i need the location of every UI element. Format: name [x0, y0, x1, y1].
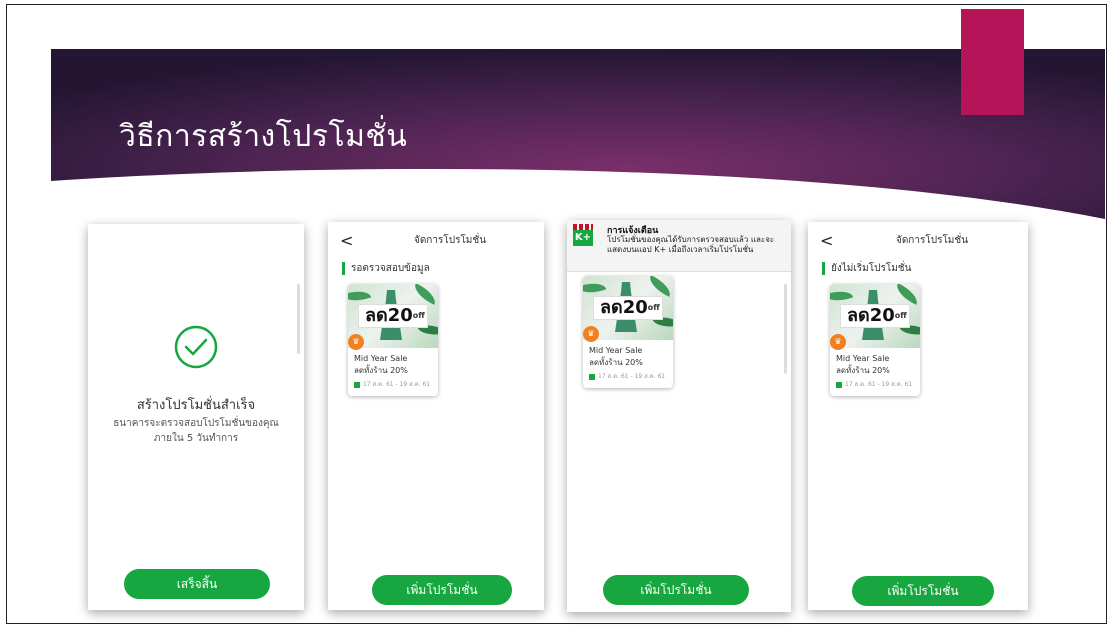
phone-screen-pending: < จัดการโปรโมชั่น รอตรวจสอบข้อมูล ลด20of… [328, 222, 544, 610]
section-label-not-started: ยังไม่เริ่มโปรโมชั่น [822, 262, 911, 275]
phone-screen-success: สร้างโปรโมชั่นสำเร็จ ธนาคารจะตรวจสอบโปรโ… [88, 224, 304, 610]
check-circle-icon [174, 325, 218, 369]
notification-banner[interactable]: K+ การแจ้งเตือน โปรโมชั่นของคุณได้รับการ… [567, 220, 791, 272]
sale-badge: ลด20off [593, 296, 663, 320]
crown-icon: ♛ [830, 334, 846, 350]
sale-badge: ลด20off [840, 304, 910, 328]
promotion-desc: ลดทั้งร้าน 20% [589, 358, 643, 367]
sale-badge: ลด20off [358, 304, 428, 328]
success-subtitle: ธนาคารจะตรวจสอบโปรโมชั่นของคุณ ภายใน 5 ว… [100, 417, 292, 446]
promotion-card[interactable]: ลด20off ♛ Mid Year Sale ลดทั้งร้าน 20% 1… [830, 284, 920, 396]
crown-icon: ♛ [583, 326, 599, 342]
back-icon[interactable]: < [820, 231, 833, 250]
promotion-date: 17 ส.ค. 61 - 19 ส.ค. 61 [589, 371, 665, 381]
notification-body: โปรโมชั่นของคุณได้รับการตรวจสอบแล้ว และจ… [607, 235, 775, 254]
accent-square [961, 9, 1024, 115]
promotion-image: ลด20off ♛ [830, 284, 920, 350]
success-title: สร้างโปรโมชั่นสำเร็จ [136, 398, 256, 413]
promotion-date: 17 ส.ค. 61 - 19 ส.ค. 61 [836, 379, 912, 389]
add-promotion-button[interactable]: เพิ่มโปรโมชั่น [372, 575, 512, 605]
calendar-icon [836, 381, 842, 388]
promotion-image: ลด20off ♛ [583, 276, 673, 342]
success-line-1: ธนาคารจะตรวจสอบโปรโมชั่นของคุณ [113, 418, 279, 429]
promotion-card[interactable]: ลด20off ♛ Mid Year Sale ลดทั้งร้าน 20% 1… [348, 284, 438, 396]
promotion-card[interactable]: ลด20off ♛ Mid Year Sale ลดทั้งร้าน 20% 1… [583, 276, 673, 388]
section-label-pending: รอตรวจสอบข้อมูล [342, 262, 430, 275]
slide-title: วิธีการสร้างโปรโมชั่น [119, 119, 408, 154]
add-promotion-button[interactable]: เพิ่มโปรโมชั่น [603, 575, 749, 605]
promotion-name: Mid Year Sale [589, 346, 643, 355]
header-title: จัดการโปรโมชั่น [413, 235, 487, 246]
calendar-icon [354, 381, 360, 388]
header-title: จัดการโปรโมชั่น [895, 235, 969, 246]
kplus-logo: K+ [573, 224, 593, 246]
scrollbar[interactable] [784, 284, 787, 374]
promotion-name: Mid Year Sale [354, 354, 408, 363]
promotion-desc: ลดทั้งร้าน 20% [354, 366, 408, 375]
promotion-name: Mid Year Sale [836, 354, 890, 363]
title-banner: วิธีการสร้างโปรโมชั่น [51, 49, 1105, 219]
done-button[interactable]: เสร็จสิ้น [124, 569, 270, 599]
back-icon[interactable]: < [340, 231, 353, 250]
promotion-image: ลด20off ♛ [348, 284, 438, 350]
calendar-icon [589, 373, 595, 380]
promotion-date: 17 ส.ค. 61 - 19 ส.ค. 61 [354, 379, 430, 389]
promotion-desc: ลดทั้งร้าน 20% [836, 366, 890, 375]
scrollbar[interactable] [297, 284, 300, 354]
add-promotion-button[interactable]: เพิ่มโปรโมชั่น [852, 576, 994, 606]
crown-icon: ♛ [348, 334, 364, 350]
phone-screen-not-started: < จัดการโปรโมชั่น ยังไม่เริ่มโปรโมชั่น ล… [808, 222, 1028, 610]
phone-screen-notification: K+ การแจ้งเตือน โปรโมชั่นของคุณได้รับการ… [567, 220, 791, 612]
success-line-2: ภายใน 5 วันทำการ [153, 432, 239, 444]
